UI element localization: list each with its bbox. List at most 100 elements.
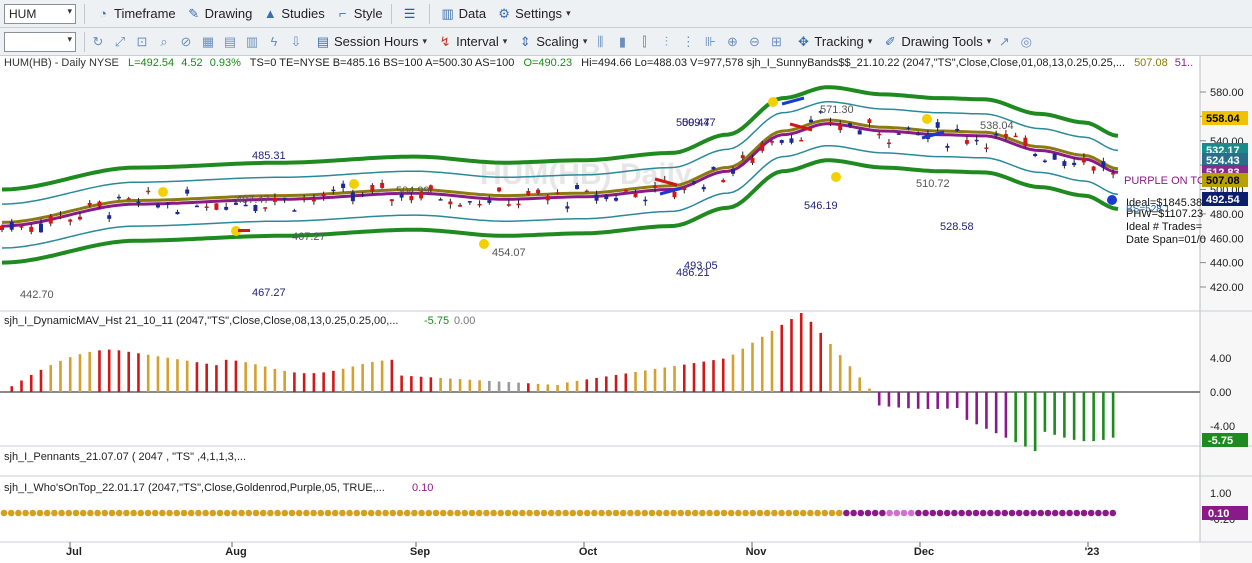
candle-body (984, 147, 989, 149)
trend-icon[interactable]: ↗ (995, 33, 1013, 51)
candle-body (847, 123, 852, 126)
candle-chart-icon[interactable]: ▮ (613, 33, 631, 51)
candle-body (87, 202, 92, 206)
candle-body (48, 216, 53, 224)
candle-body (808, 119, 813, 123)
whosontop-dot (850, 509, 857, 517)
whosontop-dot (1023, 509, 1030, 517)
whosontop-dot (835, 509, 843, 517)
whosontop-dot (151, 509, 159, 517)
whosontop-dot (396, 509, 404, 517)
whosontop-dot (130, 509, 137, 517)
whosontop-dot (987, 509, 994, 517)
interval-button[interactable]: ↯ Interval ▾ (437, 34, 508, 50)
settings-menu[interactable]: ⚙ Settings ▾ (496, 6, 570, 22)
download-icon[interactable]: ⇩ (287, 33, 305, 51)
scaling-button[interactable]: ⇕ Scaling ▾ (517, 34, 588, 50)
whosontop-dot (123, 509, 130, 517)
drawing-tools-button[interactable]: ✐ Drawing Tools ▾ (882, 34, 991, 50)
bolt-icon[interactable]: ϟ (265, 33, 283, 51)
chevron-down-icon: ▾ (986, 36, 992, 46)
data-menu[interactable]: ▥ Data (440, 6, 486, 22)
drawing-tools-icon: ✐ (884, 33, 896, 49)
zoom-box-icon[interactable]: ⊡ (133, 33, 151, 51)
settings-label: Settings (515, 6, 563, 21)
annotation: 510.72 (916, 178, 950, 190)
whosontop-value: 0.10 (412, 482, 433, 494)
whosontop-dot (43, 509, 51, 517)
symbol-text: HUM (9, 6, 37, 21)
whosontop-dot (1066, 509, 1073, 517)
style-menu[interactable]: ⌐ Style (335, 6, 383, 22)
whosontop-dot (814, 509, 821, 517)
candle-body (1081, 157, 1086, 163)
whosontop-dot (252, 509, 260, 517)
annotation: 504.99 (396, 185, 430, 197)
candle-body (282, 197, 287, 200)
bar-chart-icon[interactable]: ⫼ (591, 33, 609, 51)
candle-body (1072, 162, 1077, 166)
symbol-input[interactable]: HUM ▾ (4, 3, 76, 24)
price-chart[interactable]: HUM(HB) - Daily NYSE L=492.54 4.52 0.93%… (0, 56, 1252, 563)
candle-body (204, 206, 209, 208)
timeframe-menu[interactable]: ◔ Timeframe (95, 6, 176, 22)
grid-toggle-icon[interactable]: ⊞ (767, 33, 785, 51)
whosontop-dot (655, 509, 663, 517)
whosontop-dot (684, 509, 692, 517)
whosontop-dot (108, 509, 116, 517)
whosontop-dot (907, 509, 915, 517)
refresh-icon[interactable]: ↻ (89, 33, 107, 51)
whosontop-dot (159, 509, 166, 517)
dot-chart-icon[interactable]: ⋮ (679, 33, 697, 51)
ohlc-chart-icon[interactable]: ⊪ (701, 33, 719, 51)
whosontop-dot (267, 509, 274, 517)
toolbar-divider (84, 31, 85, 52)
drawing-tools-label: Drawing Tools (901, 34, 983, 49)
pennants-label: sjh_I_Pennants_21.07.07 ( 2047 , "TS" ,4… (4, 451, 246, 463)
candle-body (955, 128, 960, 131)
panel2-axis-label: 4.00 (1210, 353, 1231, 365)
whosontop-dot (36, 509, 44, 517)
price-axis-background (1200, 56, 1252, 563)
whosontop-dot (281, 509, 289, 517)
studies-label: Studies (281, 6, 325, 21)
bars-icon[interactable]: ▦ (199, 33, 217, 51)
chevron-down-icon[interactable]: ▾ (67, 34, 72, 45)
candle-body (29, 226, 34, 232)
reset-icon[interactable]: ⊘ (177, 33, 195, 51)
whosontop-dot (1008, 509, 1016, 517)
interval-input[interactable]: ▾ (4, 31, 76, 52)
whosontop-dot (1073, 509, 1081, 517)
whosontop-dot (540, 509, 548, 517)
candle-body (857, 130, 862, 135)
studies-menu[interactable]: ▲ Studies (262, 6, 325, 22)
whosontop-dot (706, 509, 713, 517)
whosontop-dot (475, 509, 483, 517)
zoom-fit-icon[interactable]: ⤢ (111, 33, 129, 51)
whosontop-dot (418, 509, 425, 517)
whosontop-dot (1095, 509, 1102, 517)
candle-body (272, 197, 277, 202)
drawing-menu[interactable]: ✎ Drawing (186, 6, 252, 22)
whosontop-dot (274, 509, 281, 517)
zoom-out-icon[interactable]: ⊖ (745, 33, 763, 51)
whosontop-dot (483, 509, 490, 517)
chevron-down-icon[interactable]: ▾ (67, 6, 72, 17)
dynamicmav-value: -5.75 (424, 315, 449, 327)
grid-icon[interactable]: ▤ (221, 33, 239, 51)
header-hilo: Hi=494.66 Lo=488.03 V=977,578 sjh_I_Sunn… (581, 57, 1125, 69)
search-icon[interactable]: ⌕ (155, 33, 173, 51)
candle-body (126, 198, 131, 200)
gauge-icon[interactable]: ◎ (1017, 33, 1035, 51)
layout-button[interactable]: ☰ (402, 6, 421, 22)
zoom-in-icon[interactable]: ⊕ (723, 33, 741, 51)
session-hours-button[interactable]: ▤ Session Hours ▾ (315, 34, 427, 50)
tracking-button[interactable]: ✥ Tracking ▾ (795, 34, 872, 50)
line-chart-icon[interactable]: ⫿ (635, 33, 653, 51)
whosontop-dots (0, 509, 1117, 517)
whosontop-dot (792, 509, 800, 517)
columns-icon[interactable]: ▥ (243, 33, 261, 51)
hilo-chart-icon[interactable]: ⫶ (657, 33, 675, 51)
whosontop-dot (886, 509, 893, 517)
annotation: 485.31 (252, 150, 286, 162)
